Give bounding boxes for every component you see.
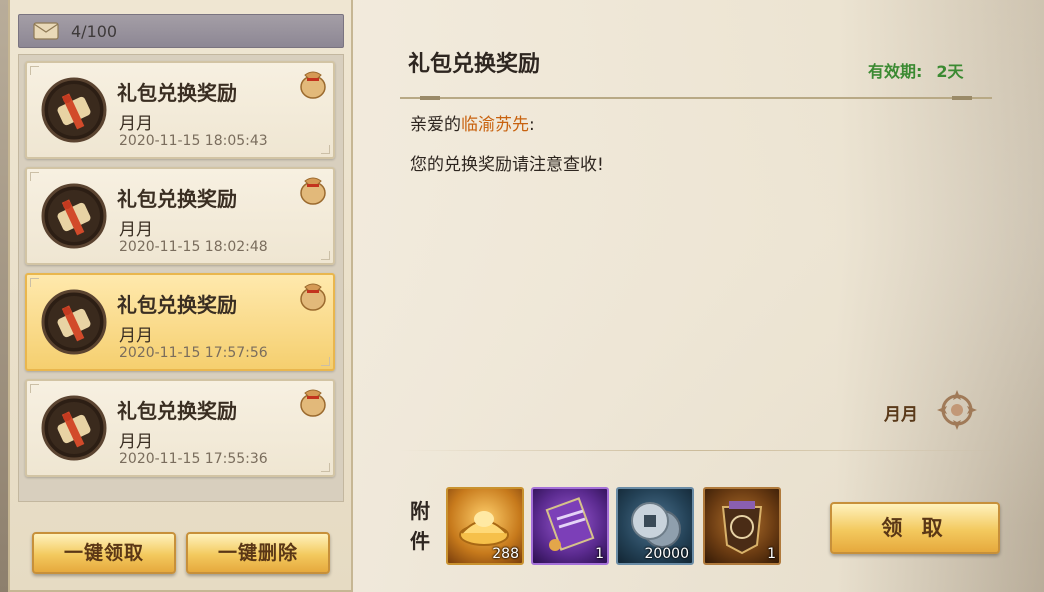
attachment-label: 附件 <box>410 499 430 553</box>
mail-item-date: 2020-11-15 17:55:36 <box>119 451 268 467</box>
attachment-count: 1 <box>595 546 604 562</box>
title-divider <box>400 96 992 100</box>
attachment-count: 1 <box>767 546 776 562</box>
claim-all-button[interactable]: 一键领取 <box>32 532 176 574</box>
scroll-icon <box>41 289 107 355</box>
validity-label: 有效期: <box>868 62 923 81</box>
mail-item-title: 礼包兑换奖励 <box>117 81 237 105</box>
mail-item-date: 2020-11-15 18:02:48 <box>119 239 268 255</box>
corner-ornament <box>30 384 39 393</box>
corner-ornament <box>30 172 39 181</box>
mail-item-title: 礼包兑换奖励 <box>117 293 237 317</box>
mail-body: 您的兑换奖励请注意查收! <box>410 155 604 175</box>
mail-item-sender: 月月 <box>119 432 153 452</box>
mail-list-item[interactable]: 礼包兑换奖励 月月 2020-11-15 17:55:36 <box>25 379 335 477</box>
corner-ornament <box>321 357 330 366</box>
attachment-slot[interactable]: 1 <box>703 487 781 565</box>
scroll-icon <box>41 183 107 249</box>
mail-list[interactable]: 礼包兑换奖励 月月 2020-11-15 18:05:43 礼包兑换奖励 月月 … <box>18 54 344 502</box>
mail-list-item[interactable]: 礼包兑换奖励 月月 2020-11-15 18:05:43 <box>25 61 335 159</box>
mail-list-item[interactable]: 礼包兑换奖励 月月 2020-11-15 18:02:48 <box>25 167 335 265</box>
greeting-prefix: 亲爱的 <box>410 115 461 135</box>
gift-bag-icon <box>300 177 326 205</box>
mail-item-title: 礼包兑换奖励 <box>117 399 237 423</box>
gift-bag-icon <box>300 71 326 99</box>
delete-all-button[interactable]: 一键删除 <box>186 532 330 574</box>
mail-item-date: 2020-11-15 17:57:56 <box>119 345 268 361</box>
corner-ornament <box>321 145 330 154</box>
mail-item-sender: 月月 <box>119 326 153 346</box>
corner-ornament <box>30 66 39 75</box>
attachment-slot[interactable]: 1 <box>531 487 609 565</box>
attachment-count: 20000 <box>644 546 689 562</box>
validity-period: 有效期: 2天 <box>868 58 964 82</box>
attachment-slot[interactable]: 20000 <box>616 487 694 565</box>
mail-count-bar: 4/100 <box>18 14 344 48</box>
mail-item-sender: 月月 <box>119 114 153 134</box>
corner-ornament <box>30 278 39 287</box>
greeting-suffix: : <box>529 115 535 135</box>
mail-detail-title: 礼包兑换奖励 <box>408 52 541 77</box>
mail-list-panel: 4/100 礼包兑换奖励 月月 2020-11-15 18:05:43 礼包兑换… <box>8 0 353 592</box>
corner-ornament <box>321 463 330 472</box>
envelope-icon <box>33 22 59 40</box>
attachment-slot[interactable]: 288 <box>446 487 524 565</box>
corner-ornament <box>321 251 330 260</box>
mail-signature: 月月 <box>884 405 918 425</box>
greeting-line: 亲爱的临渝苏先: <box>410 110 535 135</box>
mail-item-sender: 月月 <box>119 220 153 240</box>
gift-bag-icon <box>300 283 326 311</box>
seal-icon <box>937 390 977 430</box>
mail-item-date: 2020-11-15 18:05:43 <box>119 133 268 149</box>
mail-count: 4/100 <box>71 22 118 41</box>
recipient-name: 临渝苏先 <box>461 115 529 135</box>
attachment-count: 288 <box>492 546 519 562</box>
scroll-icon <box>41 395 107 461</box>
scroll-icon <box>41 77 107 143</box>
gift-bag-icon <box>300 389 326 417</box>
attachment-divider <box>400 450 1000 451</box>
claim-button[interactable]: 领 取 <box>830 502 1000 554</box>
validity-value: 2天 <box>936 62 964 81</box>
mail-item-title: 礼包兑换奖励 <box>117 187 237 211</box>
mail-list-item-selected[interactable]: 礼包兑换奖励 月月 2020-11-15 17:57:56 <box>25 273 335 371</box>
